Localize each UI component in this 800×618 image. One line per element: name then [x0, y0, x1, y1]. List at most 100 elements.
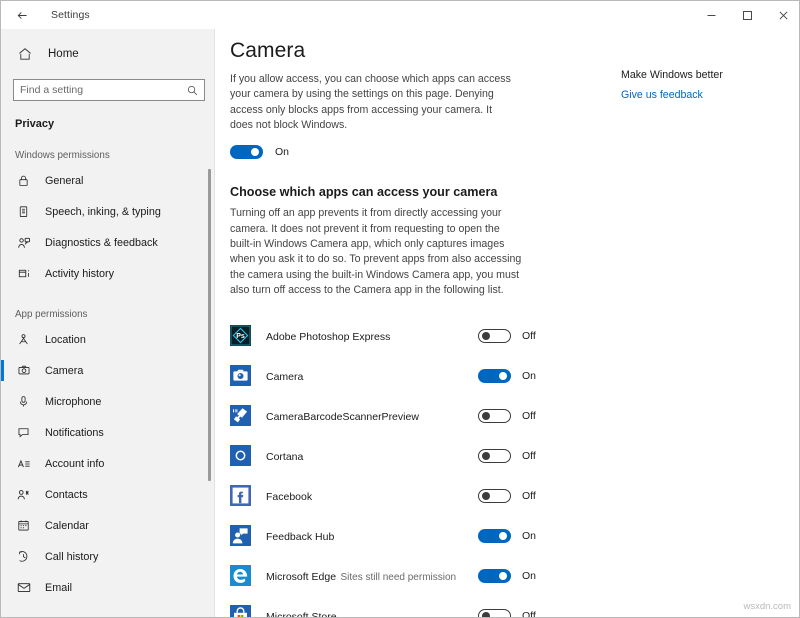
camera-app-icon — [230, 365, 251, 386]
app-name: Feedback Hub — [266, 531, 334, 543]
sidebar-item-label: Location — [45, 334, 86, 346]
aside-title: Make Windows better — [621, 69, 791, 81]
sidebar-item-call-history[interactable]: Call history — [1, 541, 214, 572]
search-input[interactable]: Find a setting — [13, 79, 205, 101]
app-permission-toggle[interactable] — [478, 569, 511, 583]
sidebar-item-calendar[interactable]: Calendar — [1, 510, 214, 541]
sidebar-scrollbar[interactable] — [208, 169, 211, 481]
list-item[interactable]: CameraBarcodeScannerPreview Off — [230, 396, 552, 436]
clipboard-icon — [15, 203, 32, 220]
app-permission-toggle[interactable] — [478, 609, 511, 618]
sidebar-item-label: Contacts — [45, 489, 88, 501]
give-feedback-link[interactable]: Give us feedback — [621, 89, 791, 101]
list-item[interactable]: Ps Adobe Photoshop Express Off — [230, 316, 552, 356]
sidebar-item-label: Camera — [45, 365, 83, 377]
app-permission-toggle[interactable] — [478, 409, 511, 423]
camera-access-toggle-row: On — [230, 145, 800, 159]
list-item[interactable]: Microsoft Store Off — [230, 596, 552, 618]
sidebar-item-email[interactable]: Email — [1, 572, 214, 603]
app-name: CameraBarcodeScannerPreview — [266, 411, 419, 423]
sidebar-item-home[interactable]: Home — [1, 37, 214, 71]
store-icon — [230, 605, 251, 618]
app-name: Adobe Photoshop Express — [266, 331, 390, 343]
app-permission-toggle[interactable] — [478, 489, 511, 503]
app-permission-toggle[interactable] — [478, 369, 511, 383]
account-info-icon — [15, 455, 32, 472]
calendar-icon — [15, 517, 32, 534]
app-name: Microsoft Edge — [266, 571, 336, 583]
sidebar-item-label: Call history — [45, 551, 98, 563]
app-toggle-group: On — [478, 569, 536, 583]
sidebar-item-diagnostics-feedback[interactable]: Diagnostics & feedback — [1, 227, 214, 258]
sidebar-item-contacts[interactable]: Contacts — [1, 479, 214, 510]
sidebar-item-camera[interactable]: Camera — [1, 355, 214, 386]
app-name: Cortana — [266, 451, 303, 463]
camera-access-toggle[interactable] — [230, 145, 263, 159]
notification-icon — [15, 424, 32, 441]
location-icon — [15, 331, 32, 348]
app-toggle-group: Off — [478, 409, 536, 423]
list-item[interactable]: Feedback Hub On — [230, 516, 552, 556]
back-arrow-icon[interactable] — [9, 4, 35, 26]
sidebar-item-location[interactable]: Location — [1, 324, 214, 355]
maximize-button[interactable] — [729, 1, 765, 29]
page-intro-text: If you allow access, you can choose whic… — [230, 72, 515, 133]
app-toggle-group: Off — [478, 609, 536, 618]
app-permission-toggle[interactable] — [478, 329, 511, 343]
app-name: Facebook — [266, 491, 312, 503]
sidebar-item-microphone[interactable]: Microphone — [1, 386, 214, 417]
section-title: Choose which apps can access your camera — [230, 185, 800, 199]
page-title: Camera — [230, 39, 800, 63]
search-icon[interactable] — [186, 84, 198, 96]
sidebar-group-heading-windows-permissions: Windows permissions — [15, 150, 214, 161]
barcode-scanner-icon — [230, 405, 251, 426]
sidebar-item-activity-history[interactable]: Activity history — [1, 258, 214, 289]
app-permission-toggle[interactable] — [478, 449, 511, 463]
feedback-hub-icon — [230, 525, 251, 546]
email-icon — [15, 579, 32, 596]
sidebar-item-label: Notifications — [45, 427, 104, 439]
sidebar-group-heading-app-permissions: App permissions — [15, 309, 214, 320]
edge-icon — [230, 565, 251, 586]
sidebar-item-speech-inking-typing[interactable]: Speech, inking, & typing — [1, 196, 214, 227]
diagnostics-icon — [15, 234, 32, 251]
lock-icon — [15, 172, 32, 189]
sidebar-item-label: Diagnostics & feedback — [45, 237, 158, 249]
main-content: Camera If you allow access, you can choo… — [216, 29, 800, 618]
app-toggle-group: Off — [478, 489, 536, 503]
minimize-button[interactable] — [693, 1, 729, 29]
sidebar-item-account-info[interactable]: Account info — [1, 448, 214, 479]
search-container: Find a setting — [13, 79, 202, 101]
sidebar-item-label: Microphone — [45, 396, 101, 408]
close-button[interactable] — [765, 1, 800, 29]
title-bar: Settings — [1, 1, 800, 29]
app-toggle-label: Off — [522, 490, 536, 502]
list-item[interactable]: Camera On — [230, 356, 552, 396]
related-settings-panel: Make Windows better Give us feedback — [621, 69, 791, 101]
section-description: Turning off an app prevents it from dire… — [230, 206, 522, 298]
app-toggle-group: Off — [478, 329, 536, 343]
list-item[interactable]: Microsoft Edge Sites still need permissi… — [230, 556, 552, 596]
sidebar-item-label: Speech, inking, & typing — [45, 206, 161, 218]
app-name: Camera — [266, 371, 303, 383]
sidebar-item-label: Activity history — [45, 268, 114, 280]
sidebar-item-general[interactable]: General — [1, 165, 214, 196]
cortana-icon — [230, 445, 251, 466]
app-subtitle: Sites still need permission — [340, 572, 456, 583]
sidebar-item-notifications[interactable]: Notifications — [1, 417, 214, 448]
sidebar-home-label: Home — [48, 48, 79, 60]
app-toggle-label: Off — [522, 450, 536, 462]
window-title: Settings — [51, 9, 90, 21]
search-placeholder: Find a setting — [20, 85, 186, 96]
camera-access-toggle-label: On — [275, 146, 289, 158]
list-item[interactable]: Facebook Off — [230, 476, 552, 516]
home-icon — [15, 44, 35, 64]
list-item[interactable]: Cortana Off — [230, 436, 552, 476]
app-toggle-label: Off — [522, 410, 536, 422]
app-permission-list: Ps Adobe Photoshop Express Off — [216, 316, 800, 618]
app-toggle-label: Off — [522, 330, 536, 342]
app-permission-toggle[interactable] — [478, 529, 511, 543]
sidebar-item-label: Calendar — [45, 520, 89, 532]
app-toggle-label: On — [522, 370, 536, 382]
app-toggle-group: On — [478, 369, 536, 383]
